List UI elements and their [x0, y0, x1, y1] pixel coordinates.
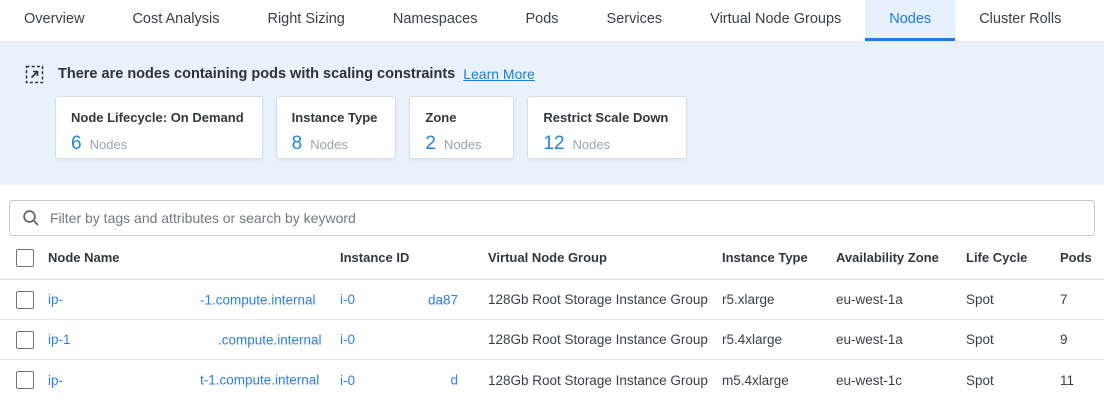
tab-cluster-rolls[interactable]: Cluster Rolls	[955, 0, 1085, 41]
life-cycle-cell: Spot	[966, 373, 1060, 388]
card-title: Instance Type	[292, 110, 378, 125]
row-checkbox[interactable]	[16, 371, 34, 389]
select-all-checkbox[interactable]	[16, 249, 34, 267]
banner-message: There are nodes containing pods with sca…	[58, 66, 455, 82]
row-checkbox[interactable]	[16, 331, 34, 349]
constraint-cards: Node Lifecycle: On Demand 6 Nodes Instan…	[55, 96, 1104, 159]
col-availability-zone: Availability Zone	[836, 250, 966, 265]
instance-id-prefix: i-0	[340, 373, 355, 388]
instance-type-cell: m5.4xlarge	[722, 373, 836, 388]
card-unit: Nodes	[90, 137, 128, 152]
tab-log[interactable]: Log	[1085, 0, 1104, 41]
learn-more-link[interactable]: Learn More	[463, 66, 535, 82]
col-node-name: Node Name	[48, 250, 340, 265]
table-row[interactable]: ip- -1.compute.internal i-0 da87 128Gb R…	[0, 280, 1104, 320]
node-name-suffix: -1.compute.internal	[200, 292, 316, 307]
col-instance-type: Instance Type	[722, 250, 836, 265]
col-instance-id: Instance ID	[340, 250, 488, 265]
tab-cost-analysis[interactable]: Cost Analysis	[108, 0, 243, 41]
node-name-prefix: ip-	[48, 373, 63, 388]
instance-id-suffix: da87	[410, 292, 458, 307]
card-value: 8	[292, 133, 303, 155]
filter-search-box[interactable]	[9, 200, 1095, 236]
card-unit: Nodes	[310, 137, 348, 152]
col-virtual-node-group: Virtual Node Group	[488, 250, 722, 265]
availability-zone-cell: eu-west-1a	[836, 332, 966, 347]
row-checkbox[interactable]	[16, 291, 34, 309]
tab-overview[interactable]: Overview	[0, 0, 108, 41]
card-instance-type[interactable]: Instance Type 8 Nodes	[276, 96, 397, 159]
card-zone[interactable]: Zone 2 Nodes	[409, 96, 514, 159]
search-icon	[22, 209, 40, 227]
tab-services[interactable]: Services	[583, 0, 687, 41]
pods-cell: 9	[1060, 332, 1104, 347]
tab-bar: Overview Cost Analysis Right Sizing Name…	[0, 0, 1104, 42]
tab-virtual-node-groups[interactable]: Virtual Node Groups	[686, 0, 865, 41]
instance-id-suffix: d	[410, 373, 458, 388]
node-name-link[interactable]: ip-1 .compute.internal	[48, 320, 340, 359]
availability-zone-cell: eu-west-1c	[836, 373, 966, 388]
tab-nodes[interactable]: Nodes	[865, 0, 955, 41]
card-value: 6	[71, 133, 82, 155]
scaling-constraints-banner: There are nodes containing pods with sca…	[0, 42, 1104, 185]
instance-id-prefix: i-0	[340, 292, 355, 307]
instance-type-cell: r5.xlarge	[722, 292, 836, 307]
card-unit: Nodes	[444, 137, 482, 152]
col-pods: Pods	[1060, 250, 1104, 265]
card-node-lifecycle[interactable]: Node Lifecycle: On Demand 6 Nodes	[55, 96, 263, 159]
table-row[interactable]: ip- t-1.compute.internal i-0 d 128Gb Roo…	[0, 360, 1104, 400]
node-name-suffix: t-1.compute.internal	[200, 373, 319, 388]
scale-out-icon	[25, 65, 44, 84]
instance-id-link[interactable]: i-0 d	[340, 360, 488, 400]
life-cycle-cell: Spot	[966, 292, 1060, 307]
pods-cell: 11	[1060, 373, 1104, 388]
tab-right-sizing[interactable]: Right Sizing	[243, 0, 368, 41]
nodes-table: Node Name Instance ID Virtual Node Group…	[0, 236, 1104, 400]
tab-pods[interactable]: Pods	[501, 0, 582, 41]
card-title: Node Lifecycle: On Demand	[71, 110, 244, 125]
virtual-node-group-cell: 128Gb Root Storage Instance Group	[488, 373, 722, 388]
node-name-link[interactable]: ip- -1.compute.internal	[48, 280, 340, 319]
node-name-link[interactable]: ip- t-1.compute.internal	[48, 360, 340, 400]
instance-id-link[interactable]: i-0	[340, 320, 488, 359]
availability-zone-cell: eu-west-1a	[836, 292, 966, 307]
card-restrict-scale-down[interactable]: Restrict Scale Down 12 Nodes	[527, 96, 687, 159]
pods-cell: 7	[1060, 292, 1104, 307]
card-unit: Nodes	[573, 137, 611, 152]
card-value: 12	[543, 133, 564, 155]
instance-id-prefix: i-0	[340, 332, 355, 347]
table-row[interactable]: ip-1 .compute.internal i-0 128Gb Root St…	[0, 320, 1104, 360]
virtual-node-group-cell: 128Gb Root Storage Instance Group	[488, 332, 722, 347]
table-header-row: Node Name Instance ID Virtual Node Group…	[0, 236, 1104, 280]
tab-namespaces[interactable]: Namespaces	[369, 0, 502, 41]
col-life-cycle: Life Cycle	[966, 250, 1060, 265]
node-name-prefix: ip-	[48, 292, 63, 307]
card-title: Zone	[425, 110, 495, 125]
virtual-node-group-cell: 128Gb Root Storage Instance Group	[488, 292, 722, 307]
instance-id-link[interactable]: i-0 da87	[340, 280, 488, 319]
card-value: 2	[425, 133, 436, 155]
node-name-suffix: .compute.internal	[218, 332, 322, 347]
node-name-prefix: ip-1	[48, 332, 71, 347]
card-title: Restrict Scale Down	[543, 110, 668, 125]
life-cycle-cell: Spot	[966, 332, 1060, 347]
instance-type-cell: r5.4xlarge	[722, 332, 836, 347]
search-input[interactable]	[50, 210, 1082, 226]
